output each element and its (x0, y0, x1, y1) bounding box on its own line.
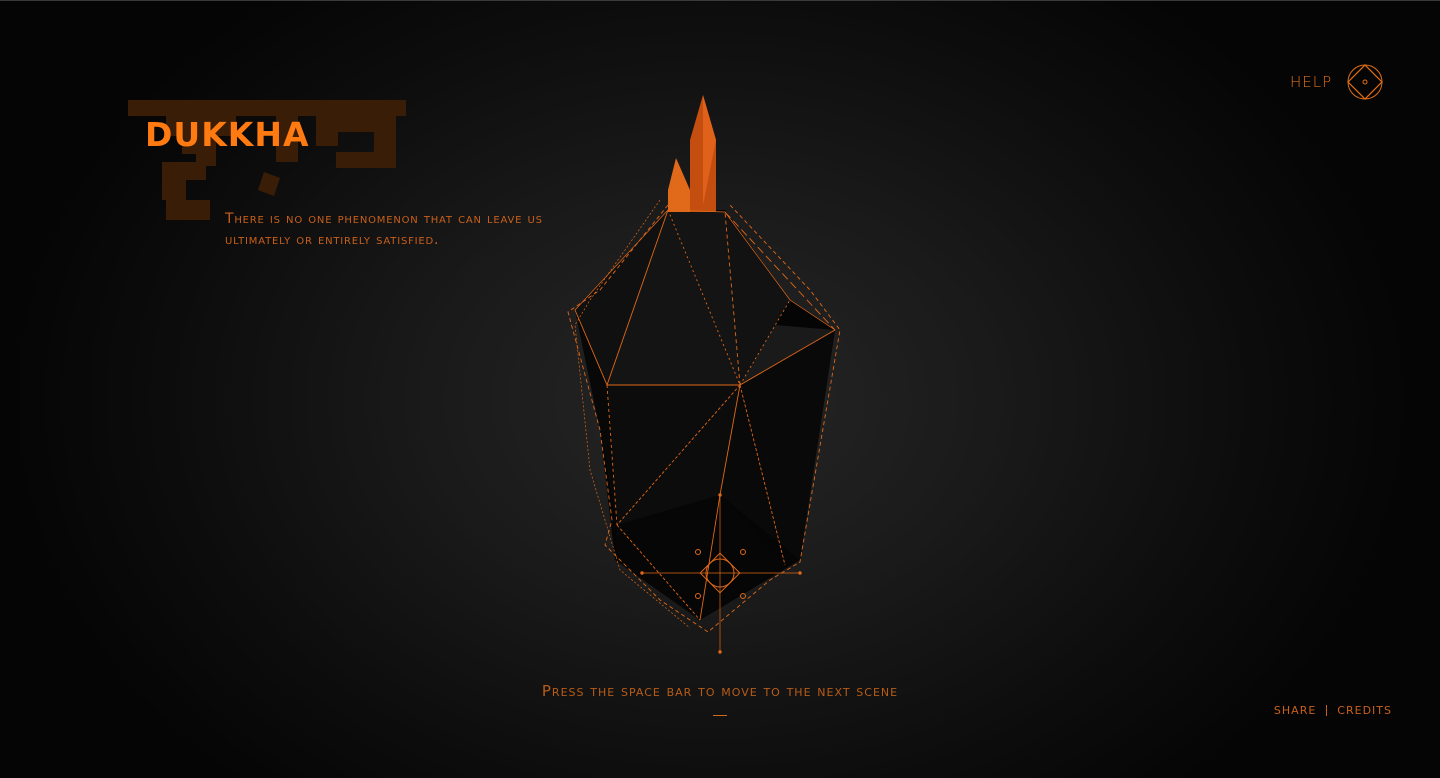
footer-divider (1326, 705, 1328, 716)
top-border (0, 0, 1440, 1)
help-button[interactable]: HELP (1290, 62, 1386, 102)
share-link[interactable]: SHARE (1274, 704, 1316, 717)
scene-title: DUKKHA (145, 115, 310, 154)
diamond-target-icon (1347, 64, 1383, 100)
prompt-underline (713, 715, 727, 716)
credits-link[interactable]: CREDITS (1337, 704, 1392, 717)
help-label: HELP (1290, 73, 1333, 91)
scene-canvas[interactable]: DUKKHA There is no one phenomenon that c… (0, 0, 1440, 778)
next-scene-prompt: Press the space bar to move to the next … (541, 682, 899, 700)
crystal-sculpture[interactable] (540, 85, 860, 665)
footer-links: SHARE CREDITS (1262, 704, 1392, 717)
